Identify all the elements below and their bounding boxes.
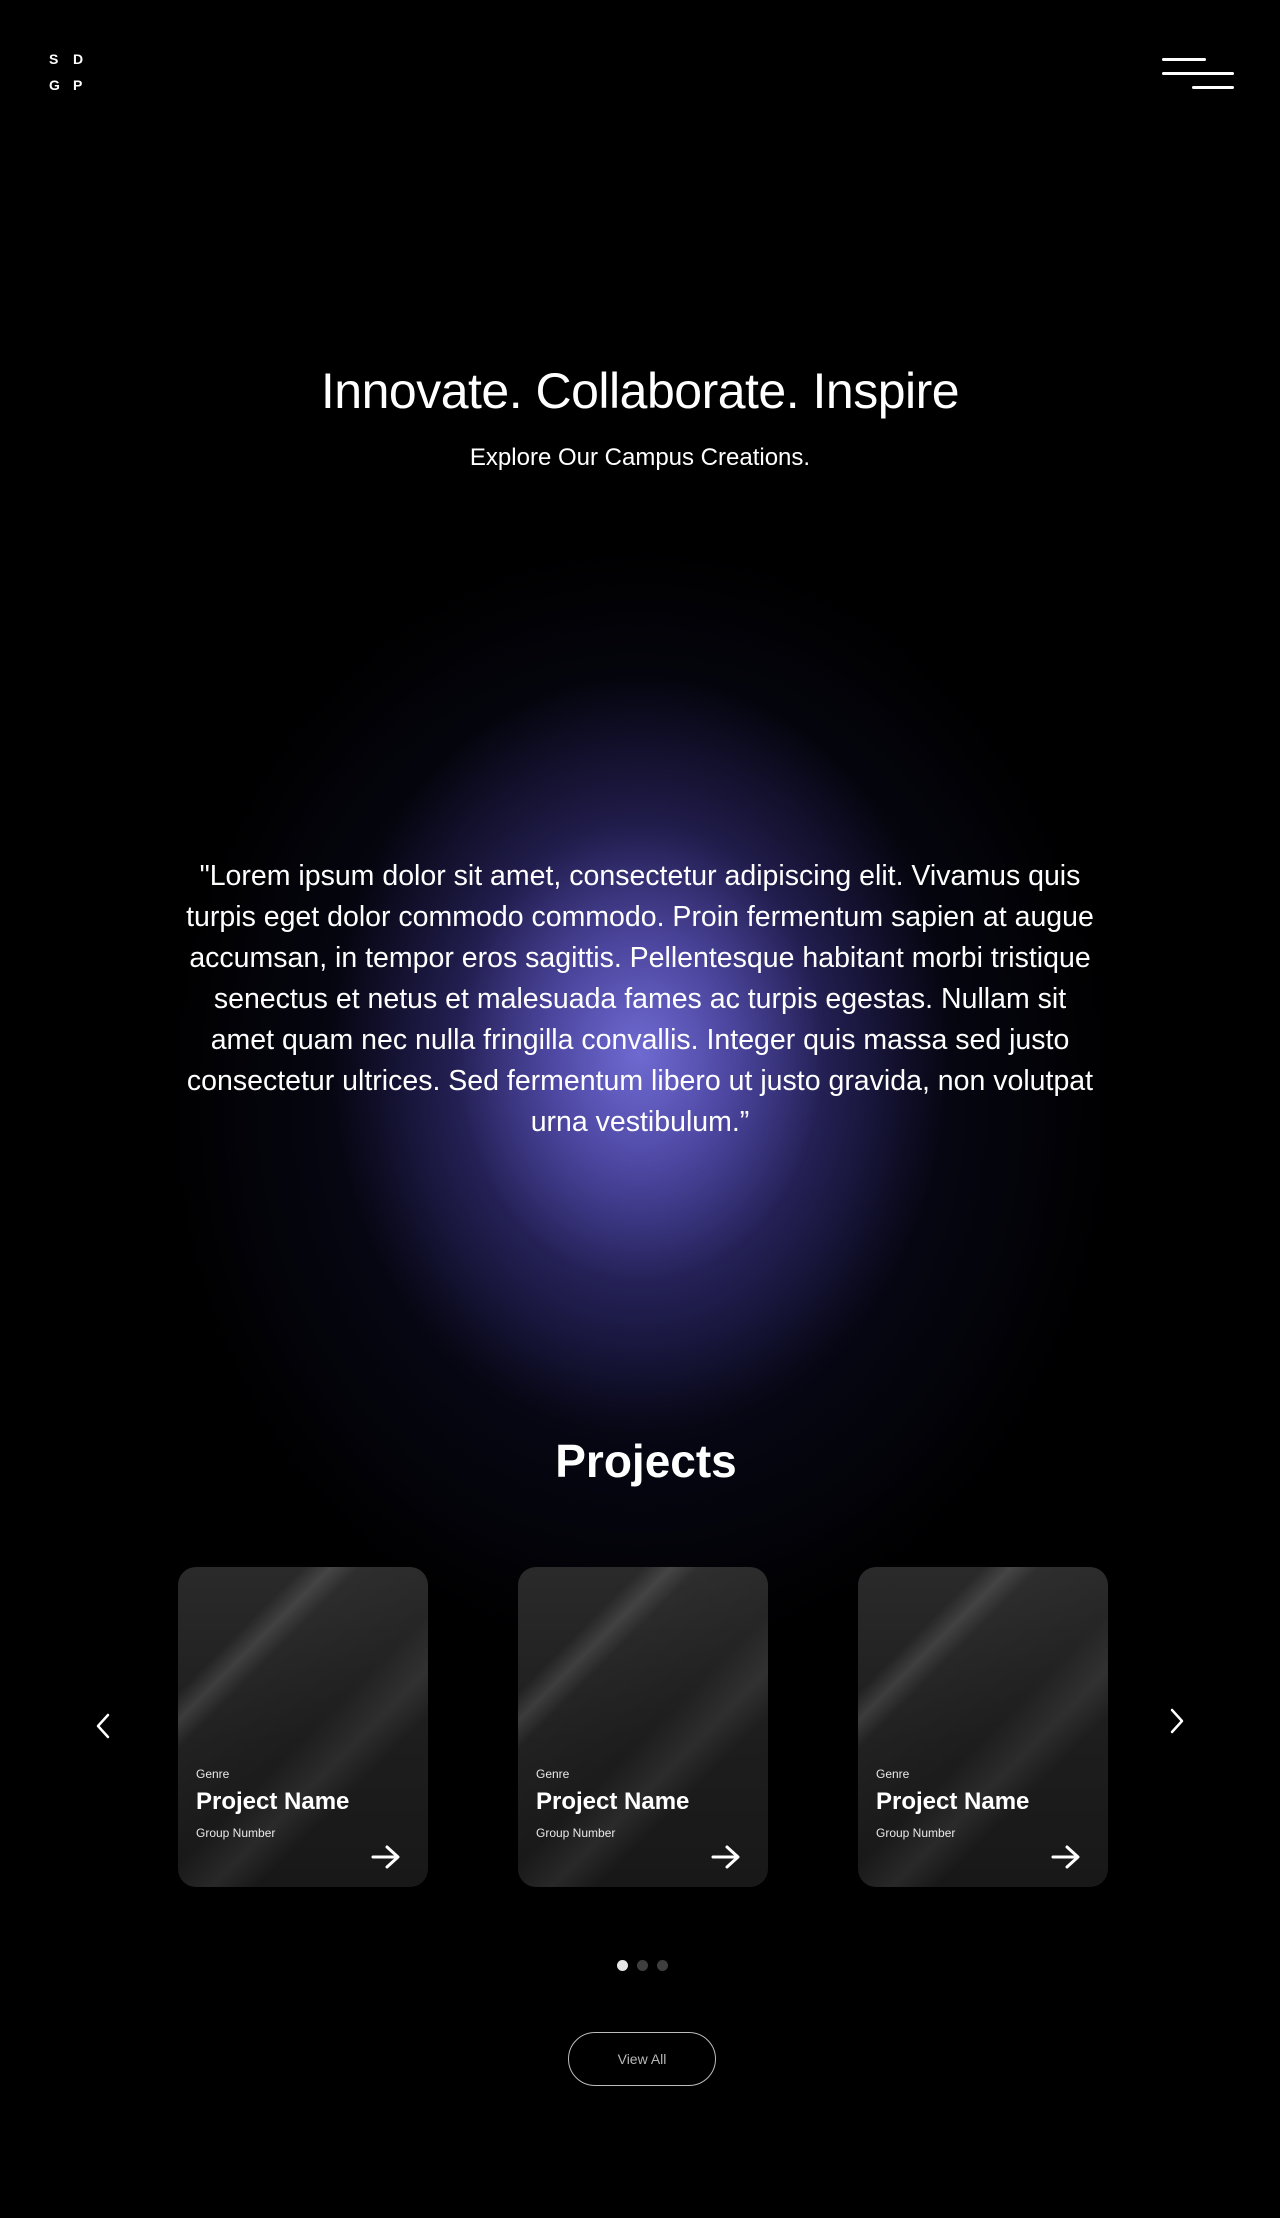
pagination-dot[interactable] (657, 1960, 668, 1971)
pagination-dot-active[interactable] (617, 1960, 628, 1971)
project-group: Group Number (876, 1826, 956, 1840)
menu-bar (1162, 72, 1234, 75)
hamburger-menu-icon[interactable] (1160, 55, 1236, 95)
project-name: Project Name (876, 1788, 1030, 1815)
project-group: Group Number (196, 1826, 276, 1840)
menu-bar (1162, 58, 1206, 61)
project-card[interactable]: Genre Project Name Group Number (518, 1567, 768, 1887)
project-genre: Genre (876, 1767, 910, 1781)
project-name: Project Name (196, 1788, 350, 1815)
logo-letter: G (49, 77, 60, 93)
chevron-left-icon[interactable] (88, 1706, 118, 1746)
project-genre: Genre (536, 1767, 570, 1781)
project-name: Project Name (536, 1788, 690, 1815)
hero-title: Innovate. Collaborate. Inspire (320, 363, 960, 419)
quote-text: "Lorem ipsum dolor sit amet, consectetur… (186, 860, 1094, 1138)
project-genre: Genre (196, 1767, 230, 1781)
chevron-right-icon[interactable] (1162, 1701, 1192, 1741)
arrow-right-icon[interactable] (1050, 1844, 1082, 1870)
logo-letter: S (49, 51, 59, 67)
logo[interactable]: S D G P (49, 46, 89, 98)
project-group: Group Number (536, 1826, 616, 1840)
pagination-dot[interactable] (637, 1960, 648, 1971)
logo-letter: D (73, 51, 84, 67)
hero-subtitle: Explore Our Campus Creations. (469, 444, 811, 471)
page: S D G P Innovate. Collaborate. Inspire E… (0, 0, 1280, 2218)
project-card[interactable]: Genre Project Name Group Number (858, 1567, 1108, 1887)
arrow-right-icon[interactable] (710, 1844, 742, 1870)
menu-bar (1192, 86, 1234, 89)
logo-letter: P (73, 77, 83, 93)
carousel-pagination (617, 1960, 668, 1972)
project-card[interactable]: Genre Project Name Group Number (178, 1567, 428, 1887)
view-all-button[interactable]: View All (568, 2032, 716, 2086)
projects-title: Projects (555, 1435, 737, 1487)
arrow-right-icon[interactable] (370, 1844, 402, 1870)
